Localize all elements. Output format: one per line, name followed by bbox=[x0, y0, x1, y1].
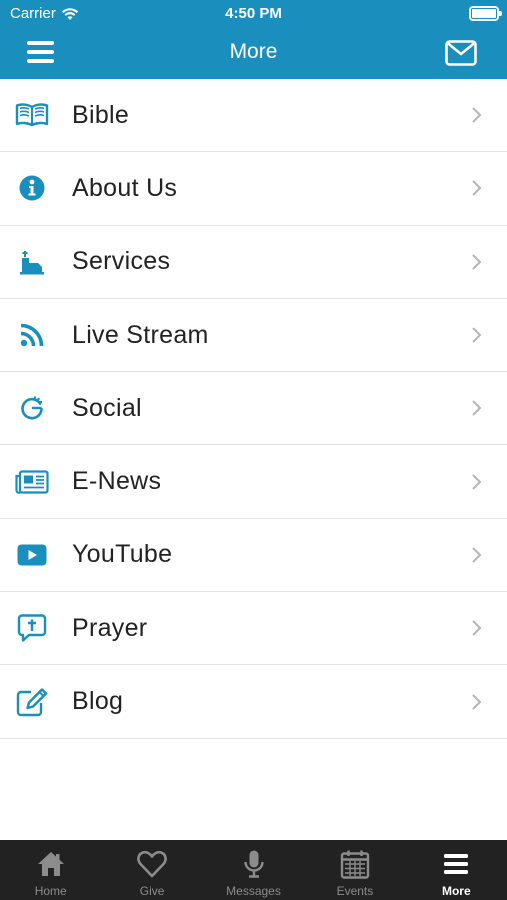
tab-events[interactable]: Events bbox=[304, 840, 405, 900]
menu-item-live-stream[interactable]: Live Stream bbox=[0, 299, 507, 373]
edit-icon bbox=[16, 687, 48, 716]
menu-item-label: Prayer bbox=[72, 613, 148, 642]
pulpit-icon bbox=[20, 250, 44, 275]
menu-item-label: Live Stream bbox=[72, 320, 209, 349]
calendar-icon bbox=[340, 850, 370, 879]
page-title: More bbox=[229, 40, 278, 63]
chevron-right-icon bbox=[472, 473, 482, 490]
menu-item-services[interactable]: Services bbox=[0, 226, 507, 299]
tab-give[interactable]: Give bbox=[101, 840, 202, 900]
menu-item-blog[interactable]: Blog bbox=[0, 665, 507, 739]
book-icon bbox=[15, 103, 49, 127]
battery-icon bbox=[469, 6, 502, 21]
chevron-right-icon bbox=[472, 180, 482, 197]
prayer-icon bbox=[17, 614, 47, 642]
tab-label: Events bbox=[336, 884, 374, 898]
menu-icon bbox=[444, 854, 469, 874]
social-icon bbox=[21, 396, 43, 420]
youtube-icon bbox=[17, 544, 47, 566]
header: Carrier 4:50 PM More bbox=[0, 0, 507, 79]
status-bar: Carrier 4:50 PM bbox=[0, 0, 507, 28]
chevron-right-icon bbox=[472, 547, 482, 563]
chevron-right-icon bbox=[472, 400, 482, 417]
home-icon bbox=[37, 852, 64, 876]
menu-item-label: About Us bbox=[72, 173, 178, 202]
tab-messages[interactable]: Messages bbox=[203, 840, 304, 900]
newspaper-icon bbox=[15, 470, 49, 494]
tab-label: Give bbox=[139, 884, 165, 898]
chevron-right-icon bbox=[472, 620, 482, 636]
chevron-right-icon bbox=[472, 107, 482, 123]
chevron-right-icon bbox=[472, 327, 482, 343]
menu-item-youtube[interactable]: YouTube bbox=[0, 519, 507, 593]
microphone-icon bbox=[243, 850, 264, 878]
menu-item-about-us[interactable]: About Us bbox=[0, 152, 507, 226]
tab-label: Messages bbox=[226, 884, 281, 898]
tab-label: Home bbox=[34, 884, 67, 898]
mail-icon[interactable] bbox=[445, 40, 477, 66]
menu-item-label: E-News bbox=[72, 467, 162, 496]
tab-more[interactable]: More bbox=[406, 840, 507, 900]
menu-item-prayer[interactable]: Prayer bbox=[0, 592, 507, 666]
chevron-right-icon bbox=[472, 693, 482, 710]
rss-icon bbox=[20, 323, 44, 347]
tab-bar: Home Give Messages Events More bbox=[0, 840, 507, 900]
menu-item-bible[interactable]: Bible bbox=[0, 79, 507, 153]
menu-item-label: Social bbox=[72, 393, 142, 422]
menu-item-social[interactable]: Social bbox=[0, 372, 507, 446]
heart-icon bbox=[137, 850, 167, 878]
tab-label: More bbox=[441, 884, 471, 898]
clock: 4:50 PM bbox=[225, 5, 282, 22]
tab-home[interactable]: Home bbox=[0, 840, 101, 900]
menu-item-label: YouTube bbox=[72, 540, 173, 569]
menu-item-label: Bible bbox=[72, 100, 130, 129]
menu-item-label: Blog bbox=[72, 687, 124, 716]
menu-item-e-news[interactable]: E-News bbox=[0, 445, 507, 519]
info-icon bbox=[19, 175, 45, 201]
chevron-right-icon bbox=[472, 254, 482, 270]
menu-item-label: Services bbox=[72, 247, 171, 276]
nav-bar: More bbox=[0, 28, 507, 79]
menu-list: Bible About Us Services Live Stream Soci… bbox=[0, 79, 507, 739]
